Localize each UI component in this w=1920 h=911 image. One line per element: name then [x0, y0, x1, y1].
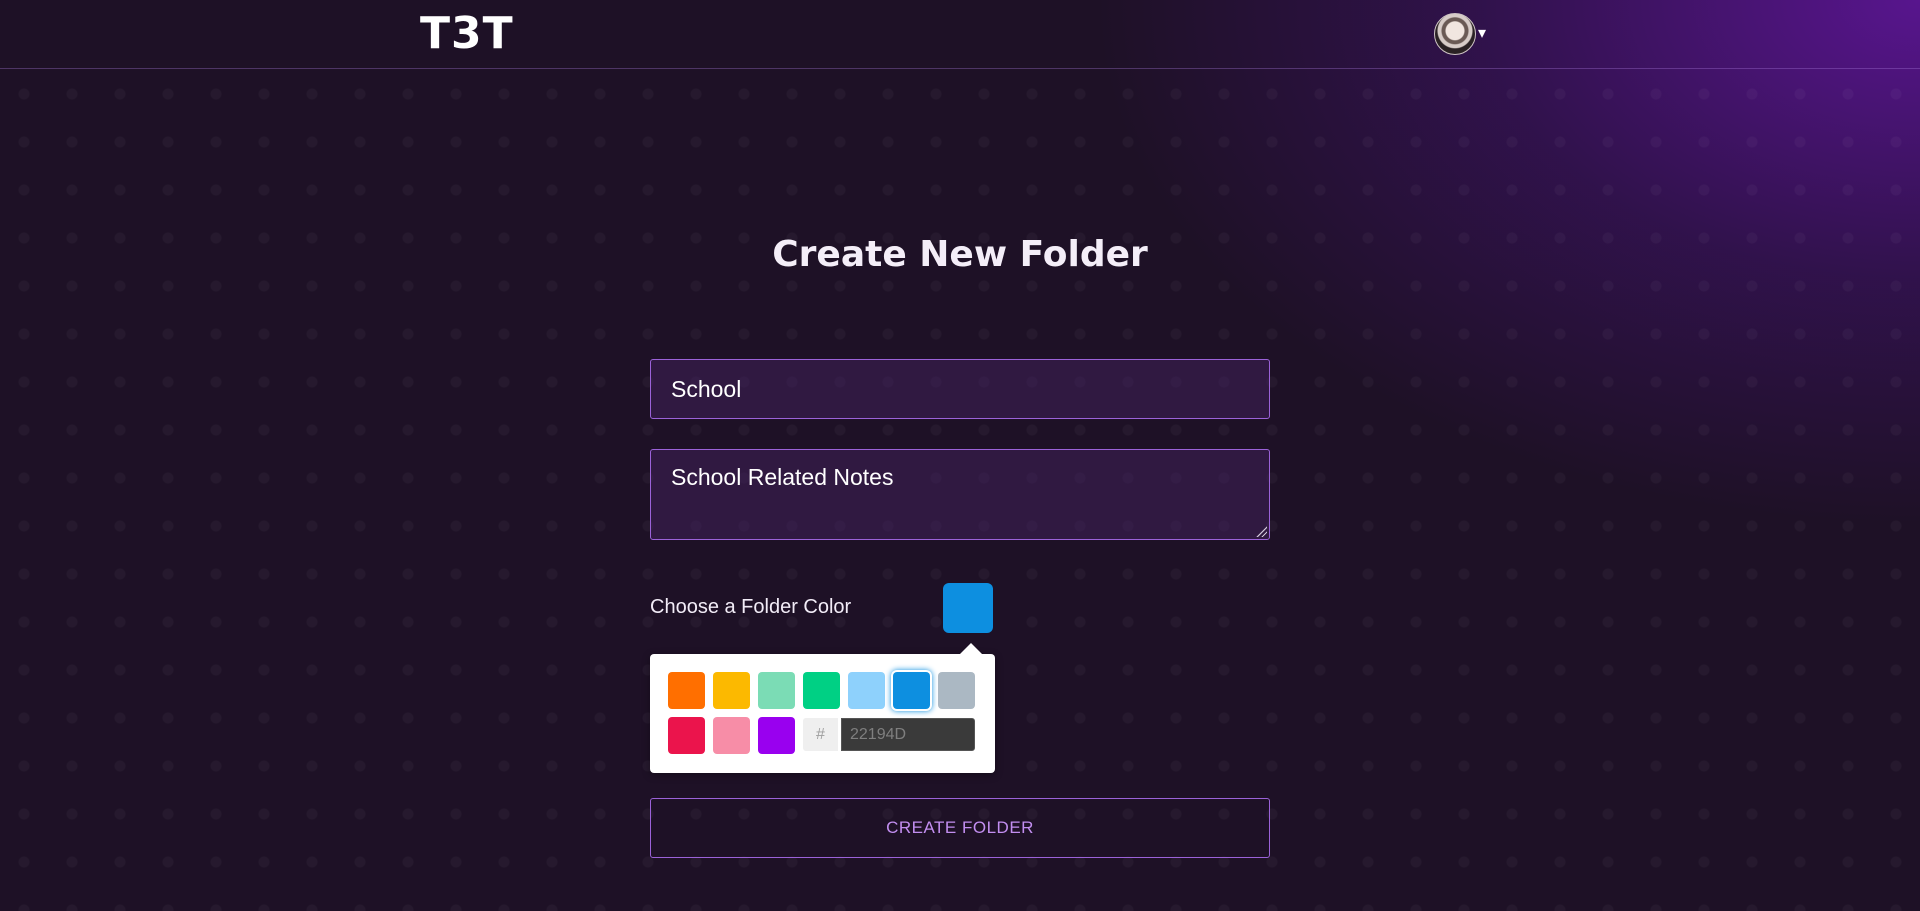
current-color-swatch[interactable]	[943, 583, 993, 633]
color-picker-popover: #	[650, 643, 995, 773]
color-swatch-purple[interactable]	[758, 717, 795, 754]
caret-down-icon[interactable]: ▾	[1478, 26, 1486, 42]
resize-grip-icon[interactable]	[1255, 525, 1267, 537]
folder-name-input[interactable]	[650, 359, 1270, 419]
user-menu[interactable]: ▾	[1434, 12, 1486, 56]
folder-description-input[interactable]: School Related Notes	[650, 449, 1270, 540]
color-swatch-gray[interactable]	[938, 672, 975, 709]
color-swatch-orange[interactable]	[668, 672, 705, 709]
color-swatch-mint[interactable]	[758, 672, 795, 709]
top-navbar: T3T ▾	[0, 0, 1920, 69]
color-swatch-amber[interactable]	[713, 672, 750, 709]
app-logo[interactable]: T3T	[420, 8, 514, 59]
hash-label: #	[803, 718, 838, 751]
user-avatar-icon[interactable]	[1434, 13, 1476, 55]
hex-color-input[interactable]	[841, 718, 975, 751]
color-swatch-pink[interactable]	[713, 717, 750, 754]
color-swatch-green[interactable]	[803, 672, 840, 709]
color-swatch-blue[interactable]	[893, 672, 930, 709]
color-label: Choose a Folder Color	[650, 596, 852, 618]
page-title: Create New Folder	[772, 234, 1148, 275]
color-swatch-red[interactable]	[668, 717, 705, 754]
color-swatch-light-blue[interactable]	[848, 672, 885, 709]
create-folder-button[interactable]: CREATE FOLDER	[650, 798, 1270, 858]
